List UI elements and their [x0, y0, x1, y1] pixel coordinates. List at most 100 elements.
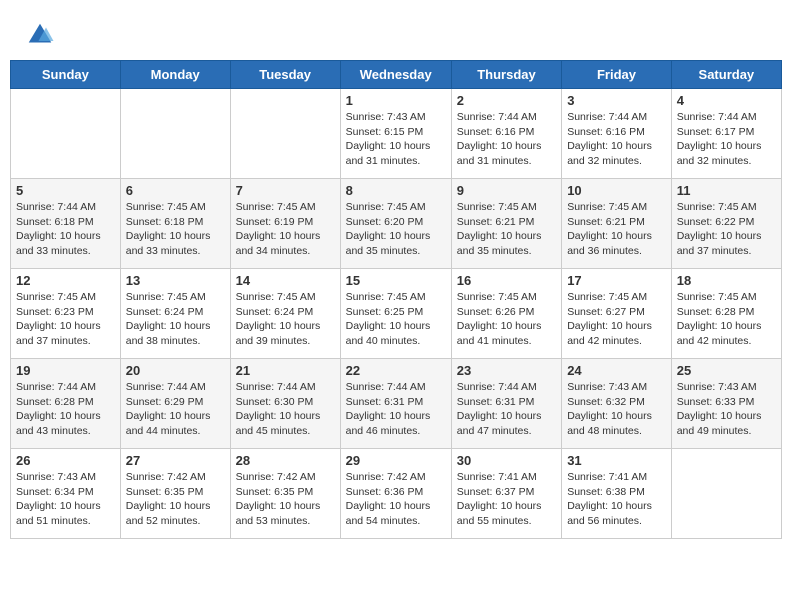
day-info: Sunrise: 7:45 AM Sunset: 6:21 PM Dayligh…	[567, 200, 666, 259]
calendar-cell: 19Sunrise: 7:44 AM Sunset: 6:28 PM Dayli…	[11, 359, 121, 449]
day-number: 12	[16, 273, 115, 288]
day-number: 26	[16, 453, 115, 468]
day-info: Sunrise: 7:43 AM Sunset: 6:34 PM Dayligh…	[16, 470, 115, 529]
calendar-week-row: 26 Sunrise: 7:43 AM Sunset: 6:34 PM Dayli…	[11, 449, 782, 539]
calendar-cell	[120, 89, 230, 179]
day-info: Sunrise: 7:42 AM Sunset: 6:35 PM Dayligh…	[126, 470, 225, 529]
day-number: 1	[346, 93, 446, 108]
calendar-cell	[11, 89, 121, 179]
calendar-cell: 13 Sunrise: 7:45 AM Sunset: 6:24 PM Dayli…	[120, 269, 230, 359]
day-info: Sunrise: 7:44 AM Sunset: 6:31 PM Dayligh…	[346, 380, 446, 439]
day-number: 25	[677, 363, 776, 378]
day-number: 10	[567, 183, 666, 198]
day-info: Sunrise: 7:45 AM Sunset: 6:20 PM Dayligh…	[346, 200, 446, 259]
day-header-friday: Friday	[562, 61, 672, 89]
day-info: Sunrise: 7:45 AM Sunset: 6:23 PM Dayligh…	[16, 290, 115, 349]
day-number: 2	[457, 93, 556, 108]
day-number: 24	[567, 363, 666, 378]
day-info: Sunrise: 7:44 AM Sunset: 6:17 PM Dayligh…	[677, 110, 776, 169]
calendar-cell: 4 Sunrise: 7:44 AM Sunset: 6:17 PM Daylig…	[671, 89, 781, 179]
day-info: Sunrise: 7:44 AM Sunset: 6:16 PM Dayligh…	[567, 110, 666, 169]
day-number: 4	[677, 93, 776, 108]
day-info: Sunrise: 7:45 AM Sunset: 6:18 PM Dayligh…	[126, 200, 225, 259]
day-info: Sunrise: 7:45 AM Sunset: 6:22 PM Dayligh…	[677, 200, 776, 259]
day-number: 14	[236, 273, 335, 288]
day-header-thursday: Thursday	[451, 61, 561, 89]
calendar-header-row: SundayMondayTuesdayWednesdayThursdayFrid…	[11, 61, 782, 89]
day-number: 15	[346, 273, 446, 288]
day-header-sunday: Sunday	[11, 61, 121, 89]
calendar-table: SundayMondayTuesdayWednesdayThursdayFrid…	[10, 60, 782, 539]
day-info: Sunrise: 7:42 AM Sunset: 6:36 PM Dayligh…	[346, 470, 446, 529]
calendar-cell: 2 Sunrise: 7:44 AM Sunset: 6:16 PM Daylig…	[451, 89, 561, 179]
calendar-cell: 12 Sunrise: 7:45 AM Sunset: 6:23 PM Dayli…	[11, 269, 121, 359]
calendar-cell: 23 Sunrise: 7:44 AM Sunset: 6:31 PM Dayli…	[451, 359, 561, 449]
calendar-cell: 29 Sunrise: 7:42 AM Sunset: 6:36 PM Dayli…	[340, 449, 451, 539]
calendar-cell: 14 Sunrise: 7:45 AM Sunset: 6:24 PM Dayli…	[230, 269, 340, 359]
day-number: 21	[236, 363, 335, 378]
calendar-cell: 8 Sunrise: 7:45 AM Sunset: 6:20 PM Daylig…	[340, 179, 451, 269]
day-info: Sunrise: 7:43 AM Sunset: 6:15 PM Dayligh…	[346, 110, 446, 169]
day-header-tuesday: Tuesday	[230, 61, 340, 89]
day-info: Sunrise: 7:44 AM Sunset: 6:29 PM Dayligh…	[126, 380, 225, 439]
calendar-cell: 16 Sunrise: 7:45 AM Sunset: 6:26 PM Dayli…	[451, 269, 561, 359]
day-header-wednesday: Wednesday	[340, 61, 451, 89]
day-number: 3	[567, 93, 666, 108]
day-info: Sunrise: 7:41 AM Sunset: 6:37 PM Dayligh…	[457, 470, 556, 529]
page-header	[10, 10, 782, 55]
day-number: 8	[346, 183, 446, 198]
day-info: Sunrise: 7:44 AM Sunset: 6:18 PM Dayligh…	[16, 200, 115, 259]
day-header-saturday: Saturday	[671, 61, 781, 89]
calendar-cell: 7Sunrise: 7:45 AM Sunset: 6:19 PM Daylig…	[230, 179, 340, 269]
calendar-cell: 27 Sunrise: 7:42 AM Sunset: 6:35 PM Dayli…	[120, 449, 230, 539]
day-number: 9	[457, 183, 556, 198]
calendar-week-row: 19Sunrise: 7:44 AM Sunset: 6:28 PM Dayli…	[11, 359, 782, 449]
day-number: 18	[677, 273, 776, 288]
calendar-cell: 1 Sunrise: 7:43 AM Sunset: 6:15 PM Daylig…	[340, 89, 451, 179]
day-number: 27	[126, 453, 225, 468]
day-number: 6	[126, 183, 225, 198]
day-info: Sunrise: 7:44 AM Sunset: 6:30 PM Dayligh…	[236, 380, 335, 439]
day-info: Sunrise: 7:44 AM Sunset: 6:31 PM Dayligh…	[457, 380, 556, 439]
calendar-cell: 24 Sunrise: 7:43 AM Sunset: 6:32 PM Dayli…	[562, 359, 672, 449]
day-number: 23	[457, 363, 556, 378]
calendar-cell: 18Sunrise: 7:45 AM Sunset: 6:28 PM Dayli…	[671, 269, 781, 359]
day-info: Sunrise: 7:43 AM Sunset: 6:33 PM Dayligh…	[677, 380, 776, 439]
calendar-cell: 5 Sunrise: 7:44 AM Sunset: 6:18 PM Daylig…	[11, 179, 121, 269]
logo-icon	[25, 20, 55, 50]
day-number: 11	[677, 183, 776, 198]
calendar-cell: 9Sunrise: 7:45 AM Sunset: 6:21 PM Daylig…	[451, 179, 561, 269]
calendar-cell: 15 Sunrise: 7:45 AM Sunset: 6:25 PM Dayli…	[340, 269, 451, 359]
calendar-cell: 17Sunrise: 7:45 AM Sunset: 6:27 PM Dayli…	[562, 269, 672, 359]
day-info: Sunrise: 7:44 AM Sunset: 6:16 PM Dayligh…	[457, 110, 556, 169]
calendar-cell: 20 Sunrise: 7:44 AM Sunset: 6:29 PM Dayli…	[120, 359, 230, 449]
calendar-cell	[230, 89, 340, 179]
calendar-cell: 21 Sunrise: 7:44 AM Sunset: 6:30 PM Dayli…	[230, 359, 340, 449]
day-number: 19	[16, 363, 115, 378]
day-number: 13	[126, 273, 225, 288]
day-number: 31	[567, 453, 666, 468]
day-number: 17	[567, 273, 666, 288]
day-info: Sunrise: 7:42 AM Sunset: 6:35 PM Dayligh…	[236, 470, 335, 529]
day-number: 29	[346, 453, 446, 468]
day-header-monday: Monday	[120, 61, 230, 89]
day-number: 20	[126, 363, 225, 378]
day-number: 5	[16, 183, 115, 198]
day-info: Sunrise: 7:45 AM Sunset: 6:25 PM Dayligh…	[346, 290, 446, 349]
calendar-week-row: 12 Sunrise: 7:45 AM Sunset: 6:23 PM Dayli…	[11, 269, 782, 359]
day-info: Sunrise: 7:45 AM Sunset: 6:26 PM Dayligh…	[457, 290, 556, 349]
calendar-cell: 30Sunrise: 7:41 AM Sunset: 6:37 PM Dayli…	[451, 449, 561, 539]
calendar-week-row: 5 Sunrise: 7:44 AM Sunset: 6:18 PM Daylig…	[11, 179, 782, 269]
calendar-cell: 6 Sunrise: 7:45 AM Sunset: 6:18 PM Daylig…	[120, 179, 230, 269]
calendar-cell: 26 Sunrise: 7:43 AM Sunset: 6:34 PM Dayli…	[11, 449, 121, 539]
day-info: Sunrise: 7:45 AM Sunset: 6:19 PM Dayligh…	[236, 200, 335, 259]
day-info: Sunrise: 7:43 AM Sunset: 6:32 PM Dayligh…	[567, 380, 666, 439]
calendar-cell: 3 Sunrise: 7:44 AM Sunset: 6:16 PM Daylig…	[562, 89, 672, 179]
calendar-cell: 11 Sunrise: 7:45 AM Sunset: 6:22 PM Dayli…	[671, 179, 781, 269]
day-number: 16	[457, 273, 556, 288]
calendar-cell: 31Sunrise: 7:41 AM Sunset: 6:38 PM Dayli…	[562, 449, 672, 539]
day-info: Sunrise: 7:45 AM Sunset: 6:24 PM Dayligh…	[236, 290, 335, 349]
calendar-cell: 22Sunrise: 7:44 AM Sunset: 6:31 PM Dayli…	[340, 359, 451, 449]
day-info: Sunrise: 7:45 AM Sunset: 6:24 PM Dayligh…	[126, 290, 225, 349]
day-number: 28	[236, 453, 335, 468]
